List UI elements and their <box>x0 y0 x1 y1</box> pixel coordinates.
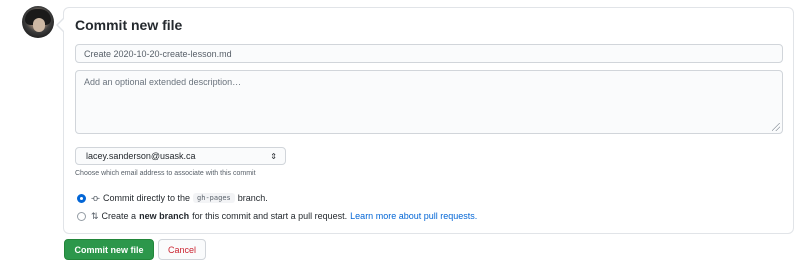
speech-arrow-inner <box>58 18 65 32</box>
email-hint: Choose which email address to associate … <box>75 170 256 177</box>
commit-new-file-button[interactable]: Commit new file <box>64 239 154 260</box>
resize-handle-icon[interactable] <box>772 123 780 131</box>
commit-description-textarea[interactable]: Add an optional extended description… <box>75 70 783 134</box>
new-branch-bold: new branch <box>139 211 190 221</box>
git-commit-icon: -o- <box>91 193 100 203</box>
select-caret-icon: ⇕ <box>270 152 277 161</box>
new-branch-radio[interactable] <box>77 211 86 221</box>
learn-more-link[interactable]: Learn more about pull requests. <box>350 211 477 221</box>
commit-summary-input[interactable]: Create 2020-10-20-create-lesson.md <box>75 44 783 63</box>
new-branch-text: Create a <box>101 211 137 221</box>
commit-direct-radio[interactable] <box>77 193 86 203</box>
new-branch-text-after: for this commit and start a pull request… <box>192 211 348 221</box>
commit-form-title: Commit new file <box>75 17 183 33</box>
branch-name: gh-pages <box>193 193 235 203</box>
git-pull-request-icon: ⇅ <box>91 210 98 221</box>
email-select[interactable]: lacey.sanderson@usask.ca ⇕ <box>75 147 286 165</box>
commit-direct-text-after: branch. <box>237 193 268 203</box>
email-selected-value: lacey.sanderson@usask.ca <box>86 151 196 161</box>
commit-direct-text: Commit directly to the <box>103 193 191 203</box>
cancel-button[interactable]: Cancel <box>158 239 206 260</box>
new-branch-option[interactable]: ⇅ Create a new branch for this commit an… <box>77 210 477 222</box>
commit-direct-option[interactable]: -o- Commit directly to the gh-pages bran… <box>77 192 268 204</box>
user-avatar[interactable] <box>22 6 54 38</box>
avatar-face <box>33 18 45 32</box>
description-placeholder: Add an optional extended description… <box>84 77 242 87</box>
